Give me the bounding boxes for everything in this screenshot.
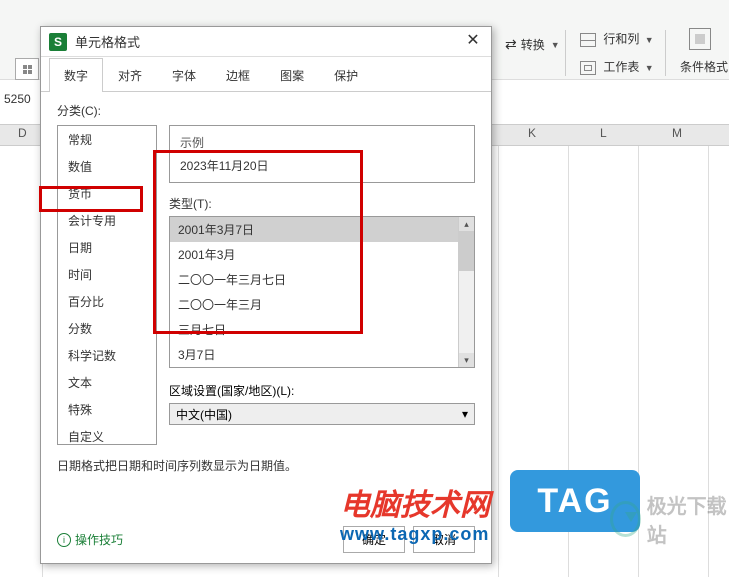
ribbon-condformat-button[interactable]: 条件格式 [680,58,728,75]
category-list[interactable]: 常规 数值 货币 会计专用 日期 时间 百分比 分数 科学记数 文本 特殊 自定… [57,125,157,445]
type-item[interactable]: 星期三 [170,367,474,368]
scroll-up-icon[interactable]: ▴ [459,217,474,231]
category-item-time[interactable]: 时间 [58,261,156,288]
ribbon-worksheet-button[interactable]: 工作表 ▼ [580,58,654,75]
operation-tips-label: 操作技巧 [75,531,123,548]
ribbon-worksheet-label: 工作表 [603,60,639,74]
watermark-xz-text: 极光下载站 [647,490,729,548]
category-item-currency[interactable]: 货币 [58,180,156,207]
column-header-K[interactable]: K [528,126,536,140]
chevron-down-icon: ▼ [645,35,654,45]
sample-label: 示例 [180,134,464,151]
tab-align[interactable]: 对齐 [103,58,157,92]
grid-toolbar-button[interactable]: ▼ [15,58,39,80]
type-item[interactable]: 3月7日 [170,342,474,367]
type-item[interactable]: 2001年3月7日 [170,217,474,242]
scroll-down-icon[interactable]: ▾ [459,353,474,367]
category-item-percent[interactable]: 百分比 [58,288,156,315]
rowcol-icon [580,33,596,47]
column-header-L[interactable]: L [600,126,607,140]
name-box[interactable]: 5250 [0,92,40,106]
ribbon-rowcol-button[interactable]: 行和列 ▼ [580,30,654,47]
close-icon[interactable]: ✕ [463,32,483,52]
watermark-tech: 电脑技术网 www.tagxp.com [340,480,490,545]
ribbon-condformat-icon[interactable] [689,28,711,50]
chevron-down-icon: ▾ [462,407,468,421]
watermark-tech-title: 电脑技术网 [340,480,490,524]
dialog-body: 分类(C): 常规 数值 货币 会计专用 日期 时间 百分比 分数 科学记数 文… [41,92,491,455]
category-item-text[interactable]: 文本 [58,369,156,396]
locale-label: 区域设置(国家/地区)(L): [169,382,475,399]
ribbon-separator [665,30,666,76]
ribbon-convert-label: 转换 [521,36,545,53]
grid-icon [23,65,32,74]
category-item-accounting[interactable]: 会计专用 [58,207,156,234]
tab-border[interactable]: 边框 [211,58,265,92]
type-label: 类型(T): [169,195,475,212]
tab-pattern[interactable]: 图案 [265,58,319,92]
app-logo-icon: S [49,33,67,51]
tab-protect[interactable]: 保护 [319,58,373,92]
category-label: 分类(C): [57,102,475,119]
category-item-date[interactable]: 日期 [58,234,156,261]
tab-font[interactable]: 字体 [157,58,211,92]
category-item-custom[interactable]: 自定义 [58,423,156,450]
type-item[interactable]: 三月七日 [170,317,474,342]
info-icon: i [57,533,71,547]
sample-box: 示例 2023年11月20日 [169,125,475,183]
sample-value: 2023年11月20日 [180,157,464,174]
column-header-D[interactable]: D [18,126,27,140]
watermark-tech-url: www.tagxp.com [340,524,490,545]
type-item[interactable]: 二〇〇一年三月 [170,292,474,317]
locale-value: 中文(中国) [176,406,232,423]
chevron-down-icon: ▼ [645,63,654,73]
type-section: 类型(T): 2001年3月7日 2001年3月 二〇〇一年三月七日 二〇〇一年… [169,195,475,368]
locale-select[interactable]: 中文(中国) ▾ [169,403,475,425]
category-item-scientific[interactable]: 科学记数 [58,342,156,369]
format-description: 日期格式把日期和时间序列数显示为日期值。 [57,457,297,474]
download-icon [610,501,641,537]
chevron-down-icon: ▼ [551,40,560,50]
dialog-title: 单元格格式 [75,32,463,51]
type-item[interactable]: 二〇〇一年三月七日 [170,267,474,292]
worksheet-icon [580,61,596,75]
category-item-general[interactable]: 常规 [58,126,156,153]
category-item-special[interactable]: 特殊 [58,396,156,423]
ribbon-convert-button[interactable]: ⇄ 转换 ▼ [505,36,560,53]
dialog-titlebar: S 单元格格式 ✕ [41,27,491,57]
operation-tips-link[interactable]: i 操作技巧 [57,531,123,548]
watermark-tag-text: TAG [537,482,612,521]
dialog-tabs: 数字 对齐 字体 边框 图案 保护 [41,57,491,92]
ribbon-rowcol-label: 行和列 [603,32,639,46]
tab-number[interactable]: 数字 [49,58,103,92]
type-scrollbar[interactable]: ▴ ▾ [458,217,474,367]
scroll-thumb[interactable] [459,231,474,271]
category-item-number[interactable]: 数值 [58,153,156,180]
type-item[interactable]: 2001年3月 [170,242,474,267]
type-list[interactable]: 2001年3月7日 2001年3月 二〇〇一年三月七日 二〇〇一年三月 三月七日… [169,216,475,368]
watermark-xz: 极光下载站 [610,490,729,548]
ribbon-separator [565,30,566,76]
format-right-panel: 示例 2023年11月20日 类型(T): 2001年3月7日 2001年3月 … [169,125,475,445]
ribbon-condformat-label: 条件格式 [680,60,728,74]
column-header-M[interactable]: M [672,126,682,140]
category-item-fraction[interactable]: 分数 [58,315,156,342]
